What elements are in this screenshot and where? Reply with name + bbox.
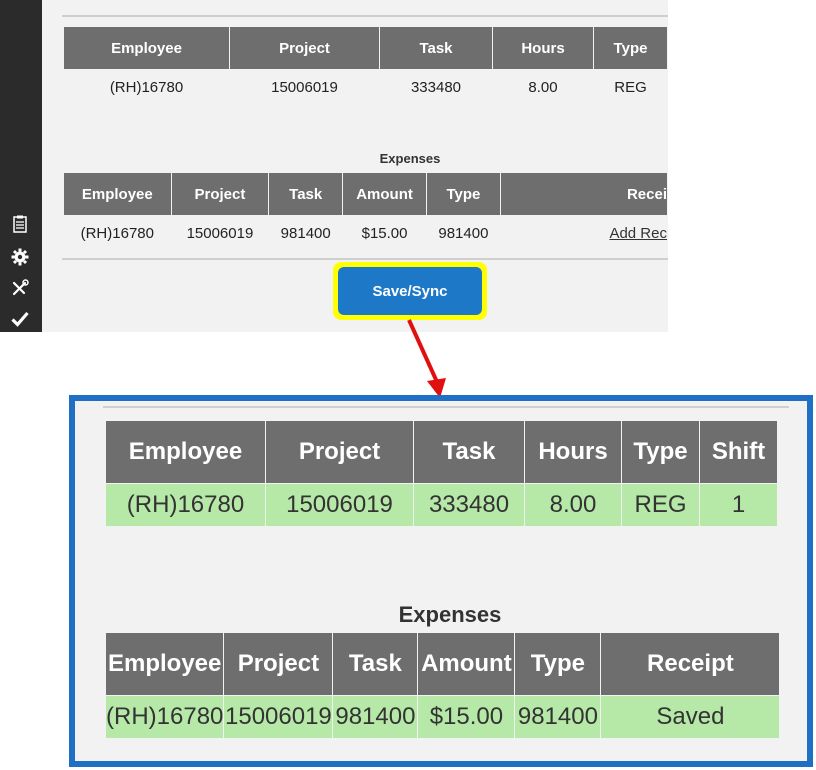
column-header: Receipt (601, 633, 780, 695)
receipt-status: Saved (601, 696, 780, 738)
table-row: (RH)16780 15006019 981400 $15.00 981400 … (106, 696, 780, 738)
expenses-label: Expenses (398, 602, 502, 627)
table-cell: 981400 (515, 696, 601, 738)
column-header: Hours (525, 421, 621, 483)
table-cell: REG (622, 484, 699, 526)
column-header: Employee (106, 633, 224, 695)
table-cell: 981400 (333, 696, 418, 738)
table-cell: 333480 (414, 484, 524, 526)
table-cell: 8.00 (525, 484, 621, 526)
table-cell: (RH)16780 (106, 484, 265, 526)
table-cell: 15006019 (224, 696, 333, 738)
table-cell: 1 (700, 484, 777, 526)
column-header: Task (333, 633, 418, 695)
table-cell: (RH)16780 (106, 696, 224, 738)
column-header: Task (414, 421, 524, 483)
divider (103, 406, 789, 408)
time-table-saved: Employee Project Task Hours Type Shift (… (105, 420, 778, 527)
column-header: Type (622, 421, 699, 483)
table-cell: $15.00 (418, 696, 515, 738)
column-header: Amount (418, 633, 515, 695)
zoomed-result-panel: Employee Project Task Hours Type Shift (… (69, 395, 813, 767)
column-header: Shift (700, 421, 777, 483)
table-cell: 15006019 (266, 484, 413, 526)
column-header: Project (224, 633, 333, 695)
column-header: Project (266, 421, 413, 483)
table-row: (RH)16780 15006019 333480 8.00 REG 1 (106, 484, 777, 526)
expenses-table-saved: Employee Project Task Amount Type Receip… (105, 632, 780, 739)
column-header: Type (515, 633, 601, 695)
column-header: Employee (106, 421, 265, 483)
